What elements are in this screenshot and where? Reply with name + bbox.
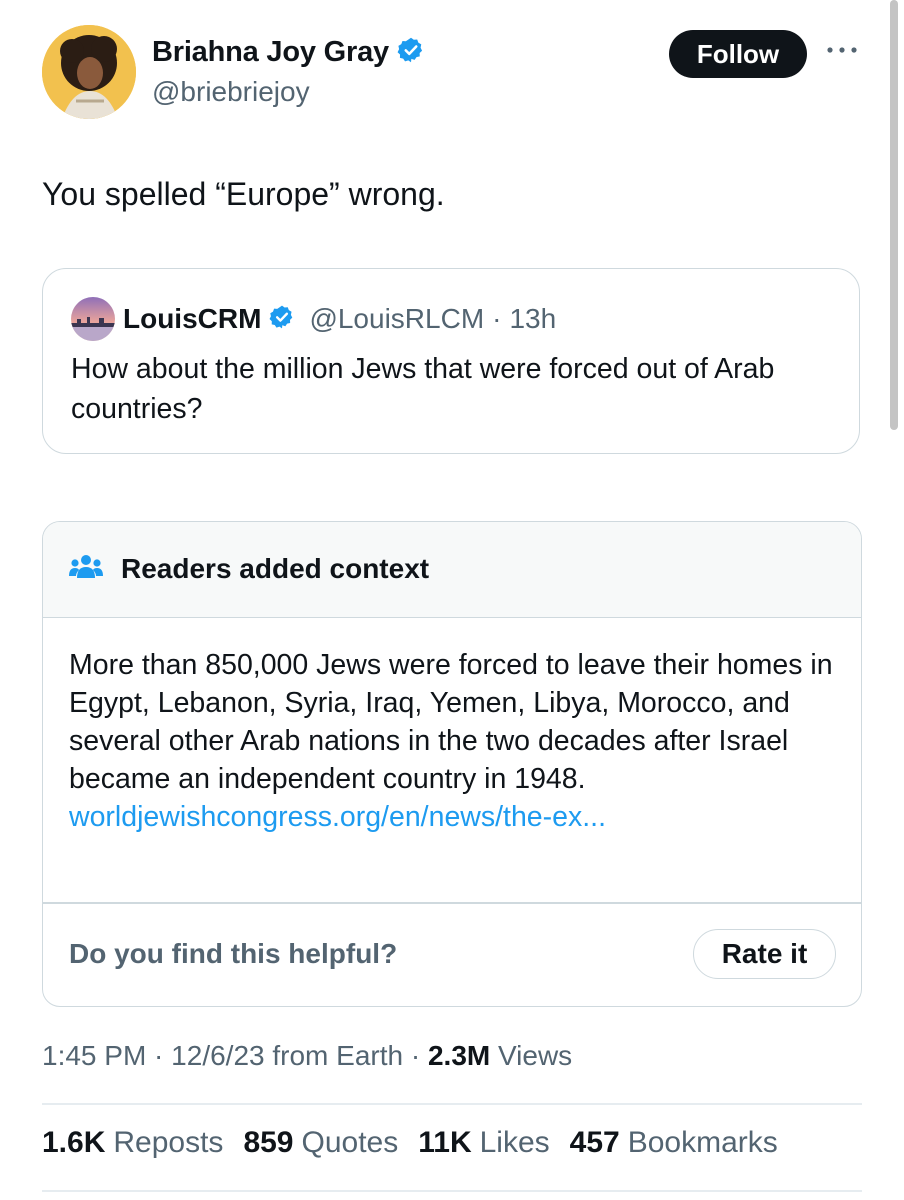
- stat-value: 1.6K: [42, 1126, 106, 1159]
- separator-dot: ·: [403, 1040, 428, 1071]
- tweet-source: from Earth: [272, 1040, 404, 1071]
- community-note-link[interactable]: worldjewishcongress.org/en/news/the-ex..…: [69, 798, 839, 836]
- helpful-prompt: Do you find this helpful?: [69, 938, 398, 969]
- stat-value: 859: [243, 1126, 294, 1159]
- quoted-tweet-text: How about the million Jews that were for…: [71, 353, 775, 425]
- stat-label: Reposts: [113, 1126, 224, 1159]
- quoted-tweet-time: 13h: [509, 303, 557, 334]
- reposts-stat[interactable]: 1.6K Reposts: [42, 1126, 223, 1160]
- author-name[interactable]: Briahna Joy Gray: [152, 36, 389, 69]
- community-note: Readers added context More than 850,000 …: [42, 521, 862, 1007]
- tweet-meta: 1:45 PM · 12/6/23 from Earth · 2.3M View…: [42, 1040, 572, 1072]
- quoted-author-handle: @LouisRLCM: [309, 303, 485, 334]
- bookmarks-stat[interactable]: 457 Bookmarks: [570, 1126, 778, 1160]
- engagement-stats: 1.6K Reposts 859 Quotes 11K Likes 457 Bo…: [42, 1126, 778, 1160]
- stat-value: 457: [569, 1126, 620, 1159]
- verified-badge-icon: [397, 36, 425, 69]
- verified-badge-icon: [269, 304, 295, 335]
- quoted-tweet[interactable]: LouisCRM @LouisRLCM · 13h How about the …: [42, 268, 860, 454]
- stat-label: Likes: [479, 1126, 550, 1159]
- more-horizontal-icon[interactable]: [824, 40, 860, 60]
- quotes-stat[interactable]: 859 Quotes: [243, 1126, 398, 1160]
- divider: [42, 1103, 862, 1105]
- quoted-author-name[interactable]: LouisCRM: [123, 303, 261, 335]
- divider: [43, 902, 861, 904]
- people-group-icon: [69, 552, 103, 585]
- tweet-date[interactable]: 12/6/23: [171, 1040, 264, 1072]
- stat-label: Quotes: [301, 1126, 399, 1159]
- likes-stat[interactable]: 11K Likes: [418, 1126, 549, 1160]
- quoted-tweet-header: LouisCRM @LouisRLCM · 13h: [71, 297, 556, 341]
- community-note-header: Readers added context: [43, 522, 861, 618]
- separator-dot: ·: [146, 1040, 172, 1071]
- follow-button[interactable]: Follow: [669, 30, 807, 78]
- author-name-row: Briahna Joy Gray: [152, 36, 425, 69]
- author-handle[interactable]: @briebriejoy: [152, 76, 310, 108]
- community-note-text: More than 850,000 Jews were forced to le…: [69, 649, 833, 795]
- views-count: 2.3M: [427, 1040, 491, 1071]
- separator-dot: ·: [492, 303, 502, 334]
- rate-it-button[interactable]: Rate it: [693, 929, 836, 979]
- community-note-title: Readers added context: [121, 552, 430, 584]
- community-note-body: More than 850,000 Jews were forced to le…: [69, 646, 839, 836]
- views-label: Views: [498, 1040, 573, 1071]
- author-avatar[interactable]: [42, 25, 136, 119]
- stat-label: Bookmarks: [627, 1126, 778, 1159]
- scrollbar[interactable]: [890, 0, 898, 430]
- tweet-text: You spelled “Europe” wrong.: [42, 176, 445, 212]
- divider: [42, 1190, 862, 1192]
- quoted-author-avatar[interactable]: [71, 297, 115, 341]
- tweet-time[interactable]: 1:45 PM: [42, 1040, 146, 1072]
- stat-value: 11K: [418, 1126, 472, 1159]
